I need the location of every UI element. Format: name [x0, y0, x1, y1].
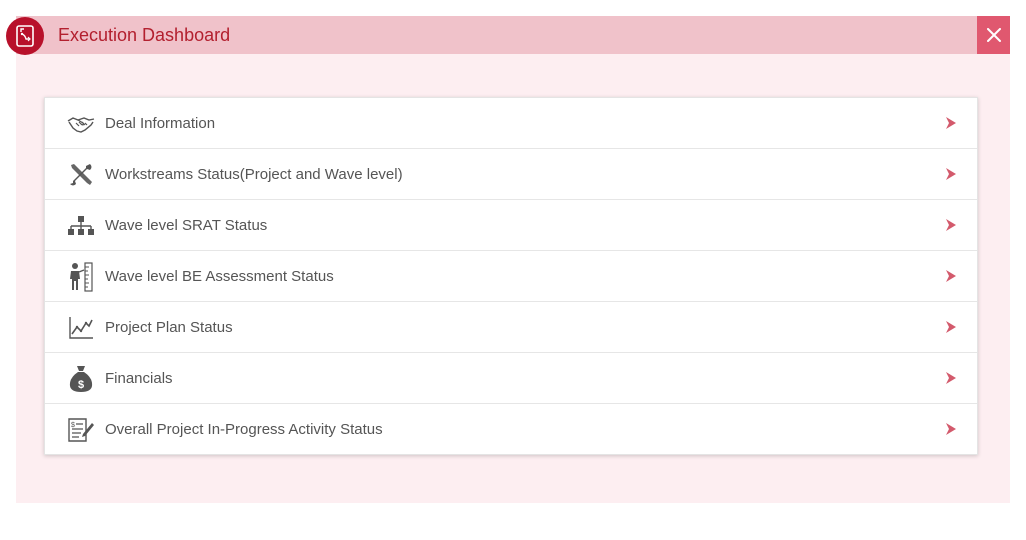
- menu-item-label: Overall Project In-Progress Activity Sta…: [105, 420, 383, 438]
- page-title: Execution Dashboard: [58, 25, 231, 45]
- menu-item-label: Financials: [105, 369, 173, 387]
- clipboard-document-icon: [6, 17, 44, 55]
- person-measure-icon: [67, 262, 95, 292]
- document-edit-icon: $: [67, 416, 95, 444]
- svg-text:$: $: [71, 422, 75, 429]
- line-chart-icon: [67, 314, 95, 342]
- chevron-right-icon: [946, 219, 956, 231]
- dashboard-menu-list: Deal Information Workstreams Status(Proj…: [44, 97, 978, 455]
- header-bar: Execution Dashboard: [6, 16, 1010, 55]
- menu-item-wave-level-srat-status[interactable]: Wave level SRAT Status: [45, 200, 977, 251]
- menu-item-label: Wave level SRAT Status: [105, 216, 268, 234]
- chevron-right-icon: [946, 270, 956, 282]
- menu-item-financials[interactable]: $ Financials: [45, 353, 977, 404]
- menu-item-label: Wave level BE Assessment Status: [105, 267, 334, 285]
- menu-item-label: Deal Information: [105, 114, 216, 132]
- execution-dashboard-panel: Execution Dashboard Deal Information Wor…: [6, 16, 1010, 503]
- chevron-right-icon: [946, 372, 956, 384]
- menu-item-overall-project-in-progress-activity-status[interactable]: $ Overall Project In-Progress Activity S…: [45, 404, 977, 454]
- close-button[interactable]: [977, 16, 1010, 54]
- chevron-right-icon: [946, 423, 956, 435]
- menu-item-workstreams-status[interactable]: Workstreams Status(Project and Wave leve…: [45, 149, 977, 200]
- menu-item-label: Workstreams Status(Project and Wave leve…: [105, 165, 403, 183]
- chevron-right-icon: [946, 168, 956, 180]
- menu-item-deal-information[interactable]: Deal Information: [45, 98, 977, 149]
- close-icon: [986, 28, 1001, 42]
- chevron-right-icon: [946, 321, 956, 333]
- menu-item-wave-level-be-assessment-status[interactable]: Wave level BE Assessment Status: [45, 251, 977, 302]
- menu-item-project-plan-status[interactable]: Project Plan Status: [45, 302, 977, 353]
- handshake-icon: [67, 110, 95, 138]
- hierarchy-icon: [67, 212, 95, 240]
- money-bag-icon: $: [67, 365, 95, 393]
- tools-icon: [67, 161, 95, 189]
- chevron-right-icon: [946, 117, 956, 129]
- menu-item-label: Project Plan Status: [105, 318, 233, 336]
- svg-text:$: $: [78, 379, 84, 391]
